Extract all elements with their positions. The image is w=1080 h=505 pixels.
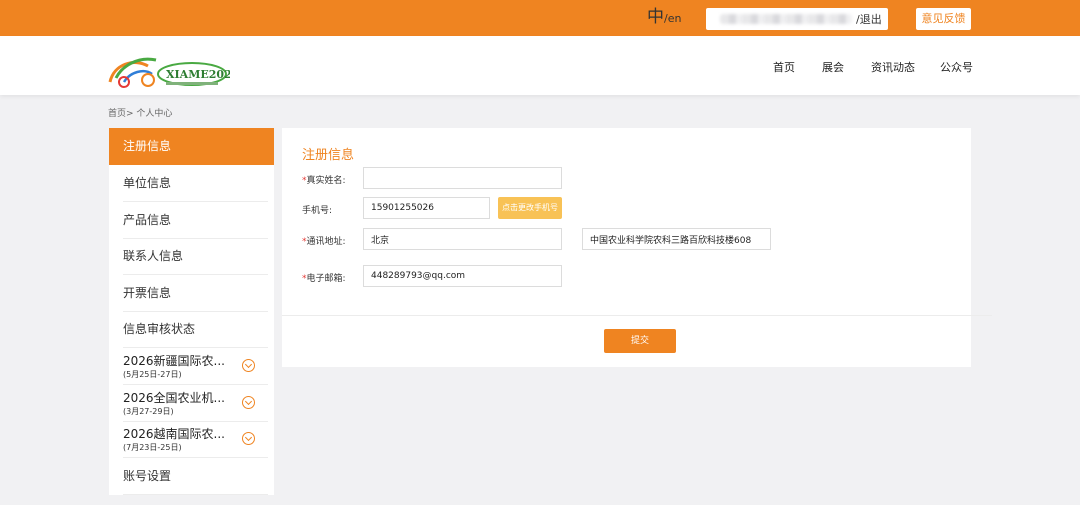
logo-subtext-bar — [166, 82, 218, 85]
phone-label: 手机号: — [302, 206, 333, 216]
divider — [282, 315, 992, 316]
language-switch[interactable]: 中/en — [647, 7, 681, 29]
nav-wechat[interactable]: 公众号 — [940, 59, 973, 75]
sidebar-item-invoice[interactable]: 开票信息 — [109, 275, 274, 312]
sidebar-item-label: 开票信息 — [123, 286, 172, 300]
expo-title: 2026越南国际农... — [123, 427, 225, 441]
page-title: 注册信息 — [302, 148, 355, 163]
sidebar-item-label: 注册信息 — [123, 139, 172, 153]
breadcrumb[interactable]: 首页> 个人中心 — [108, 106, 172, 119]
sidebar-item-label: 信息审核状态 — [123, 322, 196, 336]
expo-date: (5月25日-27日) — [123, 370, 182, 379]
expo-date: (7月23日-25日) — [123, 443, 182, 452]
sidebar-item-review-status[interactable]: 信息审核状态 — [109, 311, 274, 348]
site-logo[interactable]: XIAME2026 — [108, 52, 230, 90]
change-phone-button[interactable]: 点击更改手机号 — [498, 197, 562, 219]
logo-wheel-right — [141, 73, 155, 87]
address-label: *通讯地址: — [302, 237, 346, 247]
real-name-field[interactable] — [363, 167, 562, 189]
chevron-down-icon[interactable] — [242, 359, 255, 372]
sidebar: 注册信息 单位信息 产品信息 联系人信息 开票信息 信息审核状态 2026新疆国… — [109, 128, 274, 495]
email-label: *电子邮箱: — [302, 274, 346, 284]
feedback-button[interactable]: 意见反馈 — [916, 8, 971, 30]
logo-wheel-left — [118, 76, 130, 88]
logo-text: XIAME2026 — [166, 68, 230, 81]
phone-field[interactable] — [363, 197, 490, 219]
sidebar-item-contacts[interactable]: 联系人信息 — [109, 238, 274, 275]
expo-title: 2026新疆国际农... — [123, 354, 225, 368]
sidebar-item-products[interactable]: 产品信息 — [109, 202, 274, 239]
sidebar-expo-vietnam[interactable]: 2026越南国际农... (7月23日-25日) — [109, 421, 274, 458]
address-detail-field[interactable] — [582, 228, 771, 250]
user-info-box: /退出 — [706, 8, 888, 30]
email-field[interactable] — [363, 265, 562, 287]
chevron-down-icon[interactable] — [242, 396, 255, 409]
expo-title: 2026全国农业机... — [123, 391, 225, 405]
nav-expo[interactable]: 展会 — [822, 59, 844, 75]
nav-news[interactable]: 资讯动态 — [871, 59, 915, 75]
submit-button[interactable]: 提交 — [604, 329, 676, 353]
sidebar-item-label: 单位信息 — [123, 176, 172, 190]
sidebar-item-registration[interactable]: 注册信息 — [109, 128, 274, 165]
sidebar-expo-xinjiang[interactable]: 2026新疆国际农... (5月25日-27日) — [109, 348, 274, 385]
sidebar-expo-national[interactable]: 2026全国农业机... (3月27-29日) — [109, 385, 274, 422]
sidebar-item-label: 产品信息 — [123, 213, 172, 227]
nav-home[interactable]: 首页 — [773, 59, 795, 75]
top-bar: 中/en /退出 意见反馈 — [0, 0, 1080, 36]
lang-en[interactable]: /en — [664, 12, 681, 25]
lang-zh[interactable]: 中 — [647, 7, 664, 27]
sidebar-item-label: 账号设置 — [123, 469, 172, 483]
registration-panel: 注册信息 *真实姓名: 手机号: 点击更改手机号 *通讯地址: *电子邮箱: 提… — [282, 128, 992, 367]
sidebar-item-label: 联系人信息 — [123, 249, 184, 263]
address-city-field[interactable] — [363, 228, 562, 250]
sidebar-item-company[interactable]: 单位信息 — [109, 165, 274, 202]
sidebar-item-account-settings[interactable]: 账号设置 — [109, 458, 274, 495]
blurred-username — [720, 14, 852, 24]
chevron-down-icon[interactable] — [242, 432, 255, 445]
logout-link[interactable]: /退出 — [856, 11, 882, 27]
name-label: *真实姓名: — [302, 176, 346, 186]
expo-date: (3月27-29日) — [123, 407, 174, 416]
